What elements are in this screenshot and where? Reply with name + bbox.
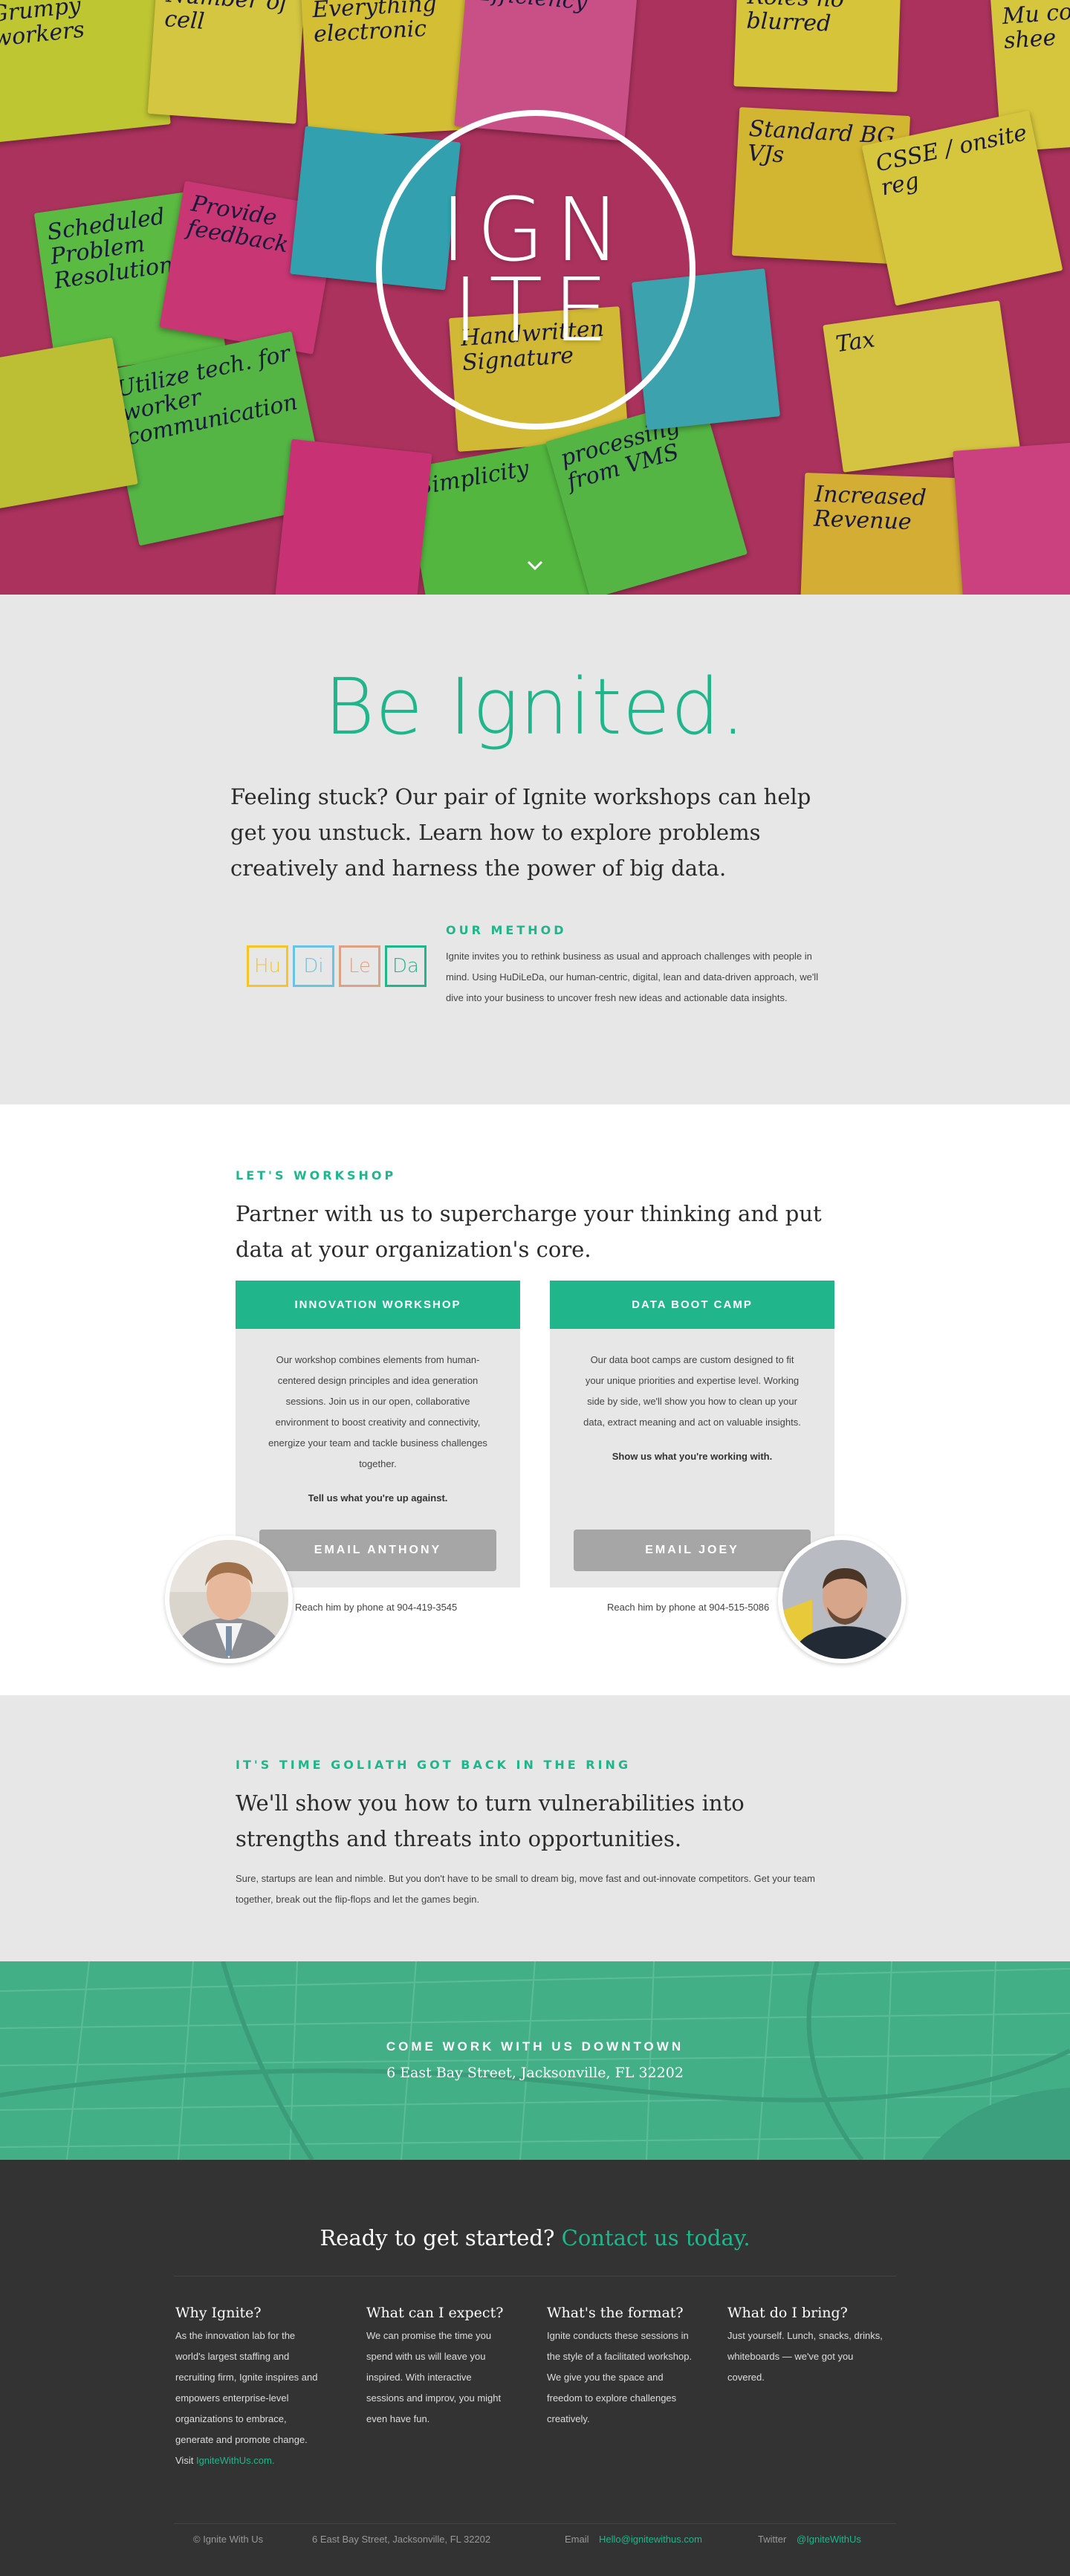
joey-phone: Reach him by phone at 904-515-5086: [607, 1602, 770, 1613]
hudileda-tiles: Hu Di Le Da: [238, 923, 432, 1009]
chevron-down-icon[interactable]: [526, 556, 544, 574]
footer-col-bring: What do I bring? Just yourself. Lunch, s…: [727, 2305, 883, 2388]
workshop-section: LET'S WORKSHOP Partner with us to superc…: [0, 1104, 1070, 1695]
footer-col-why: Why Ignite? As the innovation lab for th…: [175, 2305, 324, 2471]
col-text: We can promise the time you spend with u…: [366, 2330, 502, 2424]
hero-banner: Grumpy workers Number of cell Everything…: [0, 0, 1070, 595]
workshop-eyebrow: LET'S WORKSHOP: [236, 1168, 397, 1182]
email-link[interactable]: Hello@ignitewithus.com: [599, 2534, 702, 2545]
ready-heading: Ready to get started? Contact us today.: [0, 2160, 1070, 2250]
tile-di: Di: [293, 945, 334, 987]
map-eyebrow: COME WORK WITH US DOWNTOWN: [386, 2039, 684, 2054]
logo-text-line: IGN: [440, 178, 632, 281]
col-text: As the innovation lab for the world's la…: [175, 2330, 318, 2445]
avatar-anthony: [165, 1535, 293, 1663]
col-title: Why Ignite?: [175, 2305, 262, 2321]
method-eyebrow: OUR METHOD: [446, 923, 567, 937]
visit-text: Visit: [175, 2455, 194, 2466]
card-title: DATA BOOT CAMP: [550, 1281, 834, 1329]
footer-bottom-bar: © Ignite With Us 6 East Bay Street, Jack…: [0, 2534, 1070, 2556]
tile-label: Le: [348, 955, 372, 977]
tile-hu: Hu: [247, 945, 288, 987]
card-description: Our data boot camps are custom designed …: [583, 1354, 801, 1428]
twitter-link[interactable]: @IgniteWithUs: [797, 2534, 861, 2545]
anthony-phone: Reach him by phone at 904-419-3545: [295, 1602, 458, 1613]
intro-lead: Feeling stuck? Our pair of Ignite worksh…: [230, 784, 811, 881]
workshop-lead: Partner with us to supercharge your thin…: [236, 1201, 822, 1262]
logo-text-line: ITE: [453, 259, 619, 361]
twitter-label: Twitter: [758, 2534, 787, 2545]
footer-col-expect: What can I expect? We can promise the ti…: [366, 2305, 508, 2430]
tile-label: Hu: [253, 955, 282, 977]
card-title: INNOVATION WORKSHOP: [236, 1281, 520, 1329]
goliath-eyebrow: IT'S TIME GOLIATH GOT BACK IN THE RING: [236, 1758, 632, 1772]
card-description: Our workshop combines elements from huma…: [268, 1354, 487, 1469]
ignite-logo: IGN ITE: [376, 110, 696, 430]
tile-da: Da: [385, 945, 427, 987]
location-map: COME WORK WITH US DOWNTOWN 6 East Bay St…: [0, 1961, 1070, 2160]
data-boot-camp-card: DATA BOOT CAMP Our data boot camps are c…: [550, 1281, 834, 1588]
avatar-joey: [778, 1535, 906, 1663]
method-block: Hu Di Le Da OUR METHOD Ignite invites yo…: [238, 923, 832, 1009]
goliath-section: IT'S TIME GOLIATH GOT BACK IN THE RING W…: [0, 1695, 1070, 1961]
card-cta-text: Show us what you're working with.: [612, 1451, 773, 1462]
map-address: 6 East Bay Street, Jacksonville, FL 3220…: [386, 2065, 684, 2081]
goliath-lead: We'll show you how to turn vulnerabiliti…: [236, 1790, 745, 1851]
col-title: What can I expect?: [366, 2305, 504, 2321]
innovation-workshop-card: INNOVATION WORKSHOP Our workshop combine…: [236, 1281, 520, 1588]
col-title: What's the format?: [547, 2305, 684, 2321]
page-title: Be Ignited.: [324, 661, 746, 752]
copyright: © Ignite With Us: [193, 2534, 264, 2545]
footer-col-format: What's the format? Ignite conducts these…: [547, 2305, 696, 2430]
intro-section: Be Ignited. Feeling stuck? Our pair of I…: [0, 595, 1070, 1104]
email-anthony-button[interactable]: EMAIL ANTHONY: [259, 1530, 496, 1571]
footer-divider: [174, 2523, 896, 2524]
tile-label: Da: [392, 955, 419, 977]
contact-us-link[interactable]: Contact us today.: [562, 2225, 750, 2250]
ready-text: Ready to get started?: [320, 2225, 555, 2250]
col-text: Ignite conducts these sessions in the st…: [547, 2330, 693, 2424]
email-label: Email: [565, 2534, 589, 2545]
email-joey-button[interactable]: EMAIL JOEY: [574, 1530, 811, 1571]
footer-address: 6 East Bay Street, Jacksonville, FL 3220…: [312, 2534, 491, 2545]
tile-label: Di: [303, 955, 324, 977]
ignite-website-link[interactable]: IgniteWithUs.com.: [196, 2455, 274, 2466]
footer: Ready to get started? Contact us today. …: [0, 2160, 1070, 2576]
card-cta-text: Tell us what you're up against.: [308, 1492, 448, 1504]
col-title: What do I bring?: [727, 2305, 848, 2321]
method-description: Ignite invites you to rethink business a…: [446, 951, 819, 1003]
goliath-text: Sure, startups are lean and nimble. But …: [236, 1873, 816, 1905]
col-text: Just yourself. Lunch, snacks, drinks, wh…: [727, 2330, 883, 2383]
tile-le: Le: [339, 945, 380, 987]
